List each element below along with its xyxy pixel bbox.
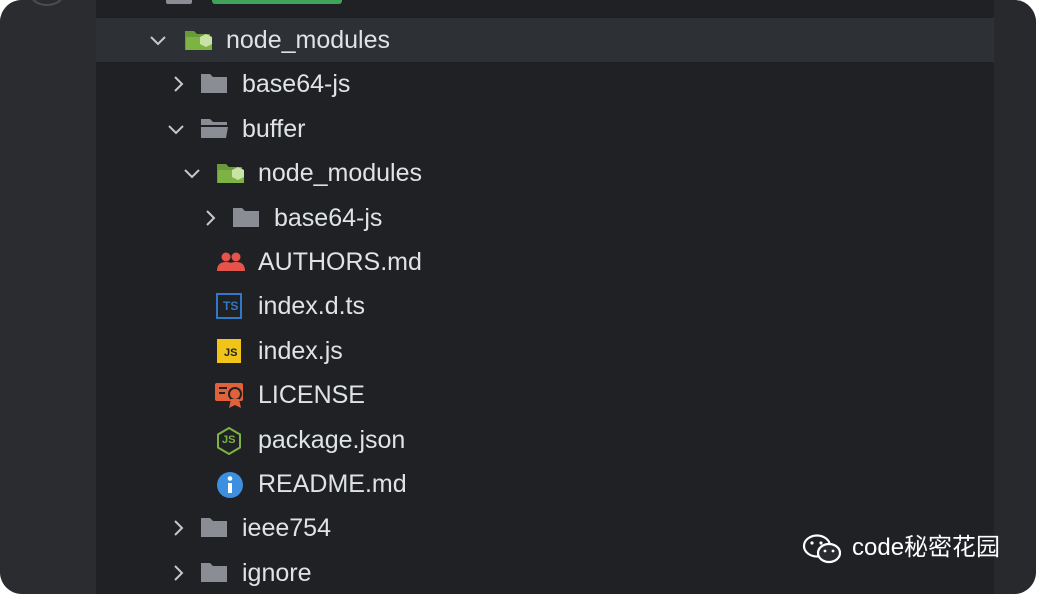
tree-item-node-modules-nested[interactable]: node_modules [96,151,994,195]
folder-open-special-icon [184,27,212,53]
tree-item-package-json[interactable]: JS package.json [96,418,994,462]
tree-item-label: node_modules [258,159,423,188]
file-tree: node_modules base64-js buffer node_modul… [96,18,994,594]
tree-item-label: node_modules [226,26,391,54]
tree-item-label: buffer [242,114,306,143]
tree-item-base64-js-nested[interactable]: base64-js [96,196,994,240]
watermark-text: code秘密花园 [852,534,1001,561]
tree-item-index-d-ts[interactable]: TS index.d.ts [96,284,994,328]
chevron-right-icon[interactable] [168,551,188,594]
tree-item-buffer[interactable]: buffer [96,107,994,151]
tree-item-label: ieee754 [242,514,331,543]
tree-item-index-js[interactable]: JS index.js [96,329,994,373]
nodejs-icon: JS [216,426,244,455]
tree-item-label: ignore [242,558,312,587]
editor-edge [994,0,1036,594]
chevron-down-icon[interactable] [148,18,168,62]
tree-item-label: base64-js [274,203,383,232]
tree-item-node-modules[interactable]: node_modules [96,18,994,63]
tree-item-readme-md[interactable]: README.md [96,462,994,506]
nodejs-icon-text: JS [222,433,236,446]
tree-item-label: base64-js [242,70,351,99]
tree-item-base64-js[interactable]: base64-js [96,62,994,106]
wechat-icon [802,534,842,564]
tree-item-authors-md[interactable]: AUTHORS.md [96,240,994,284]
tree-item-label: AUTHORS.md [258,247,422,276]
activity-gutter [0,0,96,594]
cut-off-icon [30,0,64,6]
javascript-icon: JS [216,338,244,364]
folder-open-special-icon [216,160,244,186]
folder-icon [232,205,260,231]
chevron-right-icon[interactable] [168,506,188,550]
cut-off-label [212,0,342,4]
tree-item-label: index.js [258,336,343,365]
chevron-right-icon[interactable] [200,196,220,240]
tree-item-license[interactable]: LICENSE [96,373,994,417]
tree-item-label: LICENSE [258,381,365,410]
tree-item-label: README.md [258,469,407,498]
folder-open-icon [200,116,228,142]
chevron-right-icon[interactable] [168,62,188,106]
info-icon [216,471,244,498]
screenshot-frame: node_modules base64-js buffer node_modul… [0,0,1036,594]
authors-icon [216,249,245,275]
folder-icon [200,71,228,97]
license-icon [214,382,243,409]
folder-icon [200,515,228,541]
folder-icon [200,560,228,586]
tree-item-label: index.d.ts [258,292,366,321]
tree-item-label: package.json [258,425,406,454]
chevron-down-icon[interactable] [166,107,186,151]
js-icon-text: JS [224,346,238,359]
cut-off-row [166,0,366,6]
typescript-icon: TS [216,293,244,320]
chevron-down-icon[interactable] [182,151,202,195]
ts-icon-text: TS [223,299,239,314]
folder-icon [166,0,192,4]
